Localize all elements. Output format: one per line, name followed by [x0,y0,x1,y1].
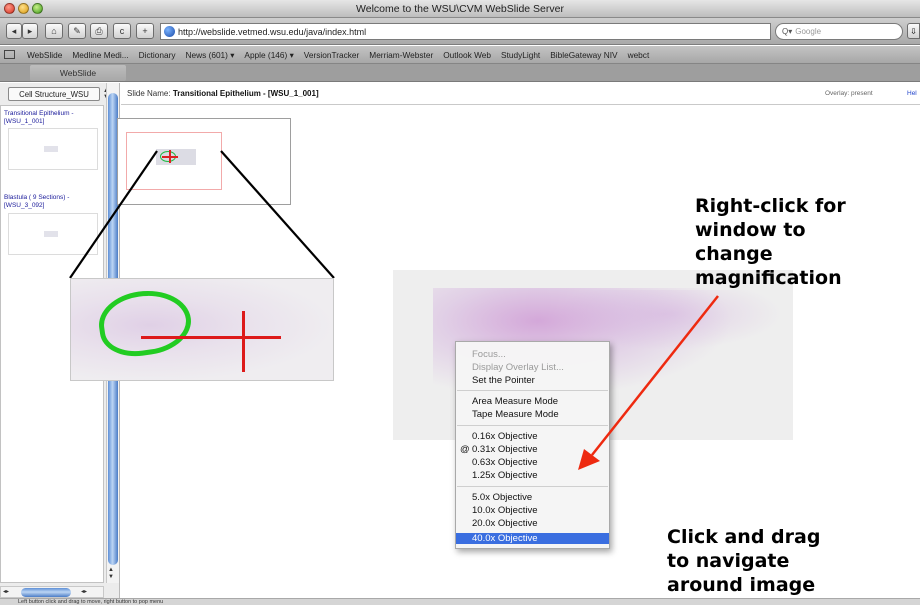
arrow-head-icon [578,449,600,470]
annotation-line: window to [695,219,806,241]
annotation-line: around image [667,574,816,596]
right-click-annotation: Right-click for window to change magnifi… [695,194,846,290]
annotation-line: to navigate [667,550,790,572]
click-drag-annotation: Click and drag to navigate around image [667,525,820,597]
status-bar: Left button click and drag to move, righ… [0,598,920,605]
arrow-shaft [591,295,719,456]
annotation-line: magnification [695,267,842,289]
annotation-line: Right-click for [695,195,846,217]
annotation-line: Click and drag [667,526,821,548]
annotation-line: change [695,243,773,265]
annotation-arrow [578,295,719,470]
